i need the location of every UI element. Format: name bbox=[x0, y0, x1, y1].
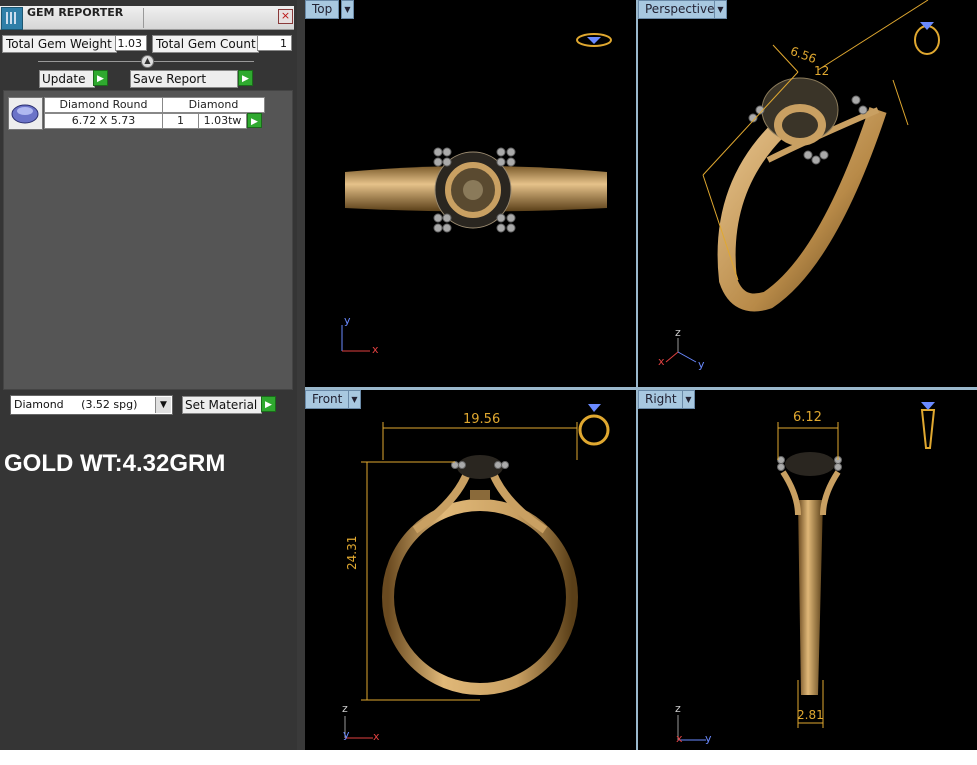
chevron-down-icon[interactable]: ▼ bbox=[714, 0, 727, 19]
close-icon[interactable]: × bbox=[278, 9, 293, 24]
total-weight-value: 1.03 bbox=[115, 35, 147, 51]
set-material-play-icon[interactable]: ▶ bbox=[261, 396, 276, 412]
axis-x-label: x bbox=[373, 730, 380, 743]
dimension-b: 12 bbox=[814, 64, 830, 78]
shank-dimension: 2.81 bbox=[797, 708, 824, 722]
bottom-margin bbox=[0, 750, 977, 765]
front-view-drawing bbox=[344, 404, 610, 739]
viewport-front-label[interactable]: Front bbox=[305, 390, 350, 409]
viewport-right-label[interactable]: Right bbox=[638, 390, 684, 409]
update-play-icon[interactable]: ▶ bbox=[93, 70, 108, 86]
chevron-down-icon[interactable]: ▼ bbox=[155, 397, 171, 413]
right-view-drawing bbox=[677, 402, 936, 741]
gem-reporter-icon bbox=[1, 7, 23, 30]
gem-row-play-icon[interactable]: ▶ bbox=[247, 113, 262, 128]
viewport-right[interactable]: 6.12 2.81 z x y Right ▼ bbox=[638, 390, 977, 750]
total-weight-label: Total Gem Weight bbox=[2, 35, 117, 53]
axis-y-label: y bbox=[344, 314, 351, 327]
total-count-value: 1 bbox=[257, 35, 292, 51]
gem-size: 6.72 X 5.73 bbox=[44, 113, 163, 129]
viewport-perspective-label[interactable]: Perspective bbox=[638, 0, 722, 19]
viewport-top[interactable]: y x Top ▼ bbox=[305, 0, 636, 387]
height-dimension: 24.31 bbox=[345, 535, 359, 570]
axis-y-label: y bbox=[698, 358, 705, 371]
gem-list bbox=[3, 90, 293, 390]
gold-weight-note: GOLD WT:4.32GRM bbox=[4, 450, 226, 477]
gem-count: 1 bbox=[162, 113, 199, 129]
total-count-label: Total Gem Count bbox=[152, 35, 259, 53]
material-select[interactable]: Diamond (3.52 spg) ▼ bbox=[10, 395, 173, 415]
viewport-front[interactable]: 19.56 24.31 z y x Front ▼ bbox=[305, 390, 636, 750]
axis-z-label: z bbox=[675, 702, 681, 715]
gem-shape-header: Diamond Round bbox=[44, 97, 163, 113]
collapse-icon[interactable]: ▲ bbox=[141, 55, 154, 68]
chevron-down-icon[interactable]: ▼ bbox=[682, 390, 695, 409]
axis-x-label: x bbox=[676, 732, 683, 745]
viewport-splitter-horizontal[interactable] bbox=[305, 387, 977, 390]
axis-x-label: x bbox=[658, 355, 665, 368]
width-dimension: 6.12 bbox=[793, 410, 822, 425]
axis-y-label: y bbox=[343, 728, 350, 741]
material-select-value: Diamond (3.52 spg) bbox=[14, 398, 138, 411]
panel-title: GEM REPORTER bbox=[27, 6, 124, 19]
save-report-button[interactable]: Save Report bbox=[130, 70, 238, 88]
save-report-play-icon[interactable]: ▶ bbox=[238, 70, 253, 86]
chevron-down-icon[interactable]: ▼ bbox=[348, 390, 361, 409]
chevron-down-icon[interactable]: ▼ bbox=[341, 0, 354, 19]
gem-weight: 1.03tw bbox=[198, 113, 247, 129]
viewport-top-label[interactable]: Top bbox=[305, 0, 340, 19]
axis-x-label: x bbox=[372, 343, 379, 356]
update-button[interactable]: Update bbox=[39, 70, 95, 88]
panel-titlebar: GEM REPORTER × bbox=[0, 6, 294, 30]
axis-z-label: z bbox=[342, 702, 348, 715]
axis-y-label: y bbox=[705, 732, 712, 745]
viewport-splitter-vertical[interactable] bbox=[636, 0, 638, 750]
set-material-button[interactable]: Set Material bbox=[182, 396, 262, 414]
top-view-drawing bbox=[341, 33, 612, 352]
axis-z-label: z bbox=[675, 326, 681, 339]
width-dimension: 19.56 bbox=[463, 412, 501, 427]
gem-material-header: Diamond bbox=[162, 97, 265, 113]
titlebar-divider bbox=[143, 8, 144, 28]
panel-divider[interactable] bbox=[297, 0, 305, 750]
viewport-perspective[interactable]: 6.56 12 z x y Perspective ▼ bbox=[638, 0, 977, 387]
diamond-round-icon bbox=[8, 97, 43, 130]
